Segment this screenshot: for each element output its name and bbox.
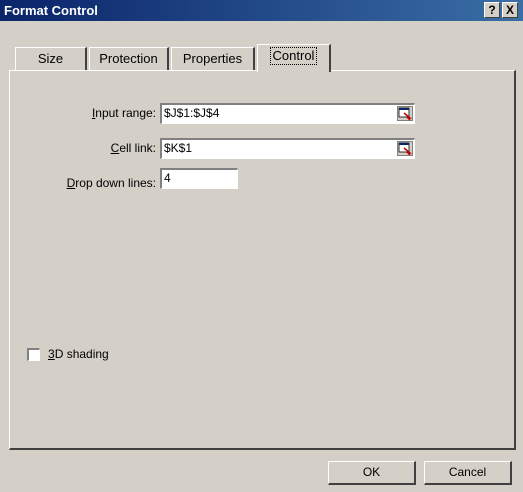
collapse-dialog-icon[interactable] [397,106,413,121]
ok-button[interactable]: OK [328,461,416,485]
title-bar[interactable]: Format Control ? X [0,0,523,21]
input-range-field[interactable]: $J$1:$J$4 [160,103,415,124]
cell-link-field[interactable]: $K$1 [160,138,415,159]
cancel-button[interactable]: Cancel [424,461,512,485]
help-icon: ? [488,3,496,17]
input-range-label: Input range: [91,106,156,120]
window-title: Format Control [4,3,98,18]
3d-shading-checkbox[interactable] [27,348,40,361]
3d-shading-label[interactable]: 3D shading [48,347,109,361]
tab-properties[interactable]: Properties [171,47,255,70]
collapse-dialog-icon[interactable] [397,141,413,156]
tab-size[interactable]: Size [15,47,87,70]
tab-protection[interactable]: Protection [89,47,169,70]
drop-down-lines-field[interactable]: 4 [160,168,238,189]
close-icon: X [505,3,514,17]
help-button[interactable]: ? [484,2,500,18]
cell-link-label: Cell link: [110,141,156,155]
tab-control[interactable]: Control [257,44,331,72]
close-button[interactable]: X [502,2,518,18]
drop-down-lines-label: Drop down lines: [66,176,156,190]
control-tab-panel [9,70,516,450]
